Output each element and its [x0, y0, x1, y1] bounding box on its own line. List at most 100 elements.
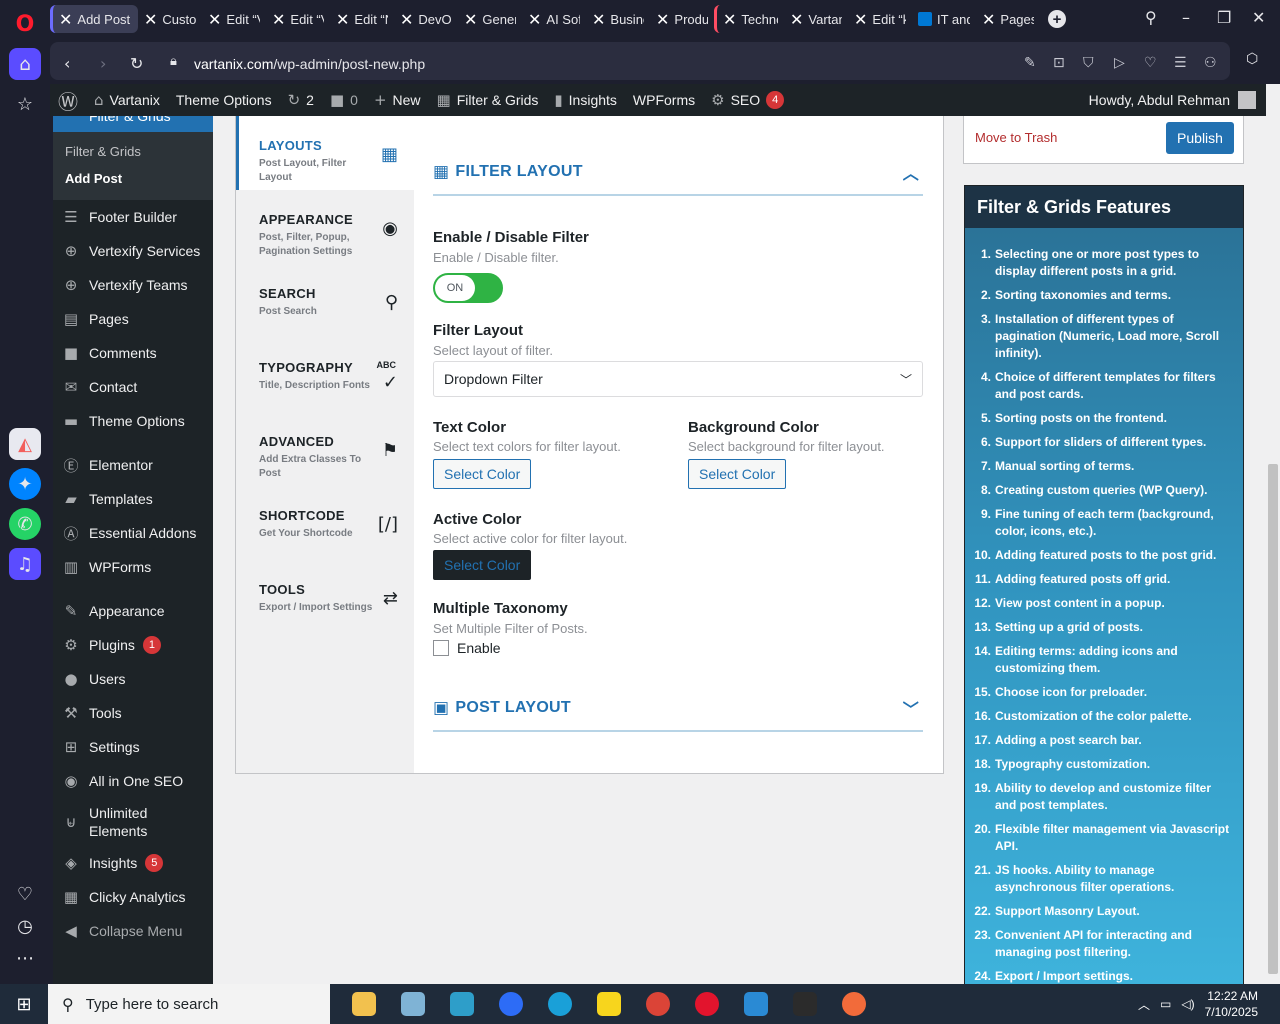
paint-app-icon[interactable] [392, 984, 434, 1024]
menu-item-vertexify-services[interactable]: ⊕ Vertexify Services [53, 234, 213, 268]
theme-options-link[interactable]: Theme Options [168, 84, 280, 116]
chrome-browser-icon[interactable] [637, 984, 679, 1024]
scrollbar-thumb[interactable] [1268, 464, 1278, 974]
aria-ai-icon[interactable]: ◭ [9, 428, 41, 460]
menu-icon[interactable]: ☰ [1174, 55, 1187, 71]
browser-tab[interactable]: ✕ Produ [650, 5, 714, 33]
menu-item-wpforms[interactable]: ▥ WPForms [53, 550, 213, 584]
opera-logo-icon[interactable]: O [9, 8, 41, 40]
browser-tab[interactable]: ✕Edit “V [266, 5, 330, 33]
zoom-app-icon[interactable] [490, 984, 532, 1024]
star-icon[interactable]: ☆ [9, 88, 41, 120]
browser-tab[interactable]: ✕DevOp [394, 5, 458, 33]
filter-grids-link[interactable]: ▦ Filter & Grids [429, 84, 547, 116]
reload-icon[interactable]: ↻ [130, 54, 143, 73]
menu-item-filter-grids-current[interactable]: Filter & Grids [53, 116, 213, 132]
minimize-icon[interactable]: – [1182, 8, 1190, 27]
music-player-icon[interactable]: ♫ [9, 548, 41, 580]
page-scrollbar[interactable] [1266, 84, 1280, 984]
history-icon[interactable]: ◷ [9, 910, 41, 942]
browser-tab[interactable]: ✕ Edit “k [848, 5, 912, 33]
new-tab-button[interactable]: + [1048, 10, 1066, 28]
wpforms-link[interactable]: WPForms [625, 84, 703, 116]
file-explorer-icon[interactable] [343, 984, 385, 1024]
menu-item-users[interactable]: ● Users [53, 662, 213, 696]
browser-tab[interactable]: IT and [912, 5, 976, 33]
updates-link[interactable]: ↻ 2 [280, 84, 322, 116]
taskbar-search[interactable]: ⚲ Type here to search [48, 984, 330, 1024]
menu-item-unlimited-elements[interactable]: ⊌ Unlimited Elements [53, 798, 213, 846]
menu-item-elementor[interactable]: Ⓔ Elementor [53, 448, 213, 482]
menu-item-plugins[interactable]: ⚙ Plugins 1 [53, 628, 213, 662]
site-name-link[interactable]: ⌂ Vartanix [86, 84, 168, 116]
browser-tab[interactable]: ✕Add Post ‹ V [50, 5, 138, 33]
active-color-button[interactable]: Select Color [433, 550, 532, 580]
tab-search-icon[interactable]: ⚲ [1145, 8, 1157, 27]
browser-tab[interactable]: ✕ Gener [458, 5, 522, 33]
menu-item-insights[interactable]: ◈ Insights 5 [53, 846, 213, 880]
account-menu[interactable]: Howdy, Abdul Rehman [1089, 91, 1266, 109]
move-to-trash-link[interactable]: Move to Trash [975, 130, 1057, 145]
sticky-notes-icon[interactable] [588, 984, 630, 1024]
terminal-icon[interactable] [784, 984, 826, 1024]
browser-tab[interactable]: ✕ Pages [976, 5, 1040, 33]
menu-item-clicky-analytics[interactable]: ▦ Clicky Analytics [53, 880, 213, 914]
postman-icon[interactable] [833, 984, 875, 1024]
forward-icon[interactable]: › [100, 54, 106, 73]
chevron-up-icon[interactable]: ︿ [1138, 996, 1150, 1013]
menu-item-comments[interactable]: ■ Comments [53, 336, 213, 370]
home-icon[interactable]: ⌂ [9, 48, 41, 80]
whatsapp-icon[interactable]: ✆ [9, 508, 41, 540]
edge-browser-icon[interactable] [539, 984, 581, 1024]
menu-item-vertexify-teams[interactable]: ⊕ Vertexify Teams [53, 268, 213, 302]
maximize-icon[interactable]: ❐ [1217, 8, 1231, 27]
tab-advanced[interactable]: ADVANCED Add Extra Classes To Post ⚑ [236, 412, 414, 486]
browser-tab[interactable]: ✕AI Soft [522, 5, 586, 33]
publish-button[interactable]: Publish [1166, 122, 1234, 154]
menu-item-theme-options[interactable]: ▬ Theme Options [53, 404, 213, 438]
menu-item-contact[interactable]: ✉ Contact [53, 370, 213, 404]
filter-layout-header[interactable]: ▦ FILTER LAYOUT ︿ [433, 150, 923, 196]
back-icon[interactable]: ‹ [64, 54, 70, 73]
tab-typography[interactable]: ABC TYPOGRAPHY Title, Description Fonts ✓ [236, 338, 414, 412]
volume-icon[interactable]: ◁) [1181, 997, 1194, 1011]
close-window-icon[interactable]: ✕ [1252, 8, 1265, 27]
insights-link[interactable]: ▮ Insights [546, 84, 625, 116]
tab-tools[interactable]: TOOLS Export / Import Settings ⇄ [236, 560, 414, 634]
browser-tab[interactable]: ✕Busine [586, 5, 650, 33]
url-field[interactable]: vartanix.com/wp-admin/post-new.php [194, 56, 425, 72]
browser-tab[interactable]: ✕ Custo [138, 5, 202, 33]
windows-start-icon[interactable]: ⊞ [0, 984, 48, 1024]
browser-tab[interactable]: ✕Edit “V [202, 5, 266, 33]
vscode-icon[interactable] [735, 984, 777, 1024]
profile-icon[interactable]: ⚇ [1204, 55, 1217, 71]
menu-item-templates[interactable]: ▰ Templates [53, 482, 213, 516]
tab-layouts[interactable]: LAYOUTS Post Layout, Filter Layout ▦ [236, 116, 414, 190]
extensions-icon[interactable]: ⬡ [1246, 51, 1258, 67]
opera-browser-icon[interactable] [686, 984, 728, 1024]
menu-item-footer-builder[interactable]: ☰ Footer Builder [53, 200, 213, 234]
tab-shortcode[interactable]: SHORTCODE Get Your Shortcode [/] [236, 486, 414, 560]
text-color-button[interactable]: Select Color [433, 459, 532, 489]
filter-layout-select[interactable]: Dropdown Filter ﹀ [433, 361, 923, 397]
submenu-item-add-post[interactable]: Add Post [53, 165, 213, 192]
menu-item-settings[interactable]: ⊞ Settings [53, 730, 213, 764]
network-icon[interactable]: ▭ [1160, 997, 1171, 1011]
menu-item-pages[interactable]: ▤ Pages [53, 302, 213, 336]
menu-item-essential-addons[interactable]: Ⓐ Essential Addons [53, 516, 213, 550]
new-content-link[interactable]: + New [366, 84, 429, 116]
menu-item-all-in-one-seo[interactable]: ◉ All in One SEO [53, 764, 213, 798]
tab-appearance[interactable]: APPEARANCE Post, Filter, Popup, Paginatio… [236, 190, 414, 264]
checkbox-box[interactable] [433, 640, 449, 656]
browser-tab[interactable]: ✕Edit “N [330, 5, 394, 33]
enable-filter-toggle[interactable]: ON [433, 273, 503, 303]
flow-icon[interactable]: ▷ [1114, 55, 1125, 71]
shield-icon[interactable]: ⛉ [1083, 55, 1094, 71]
messenger-icon[interactable]: ✦ [9, 468, 41, 500]
share-icon[interactable]: ✎ [1024, 55, 1036, 71]
post-layout-header[interactable]: ▣ POST LAYOUT ﹀ [433, 686, 923, 732]
browser-tab[interactable]: ✕Techno [714, 5, 784, 33]
heart-icon[interactable]: ♡ [9, 878, 41, 910]
camera-icon[interactable]: ⊡ [1053, 55, 1065, 71]
clock[interactable]: 12:22 AM 7/10/2025 [1205, 988, 1258, 1020]
